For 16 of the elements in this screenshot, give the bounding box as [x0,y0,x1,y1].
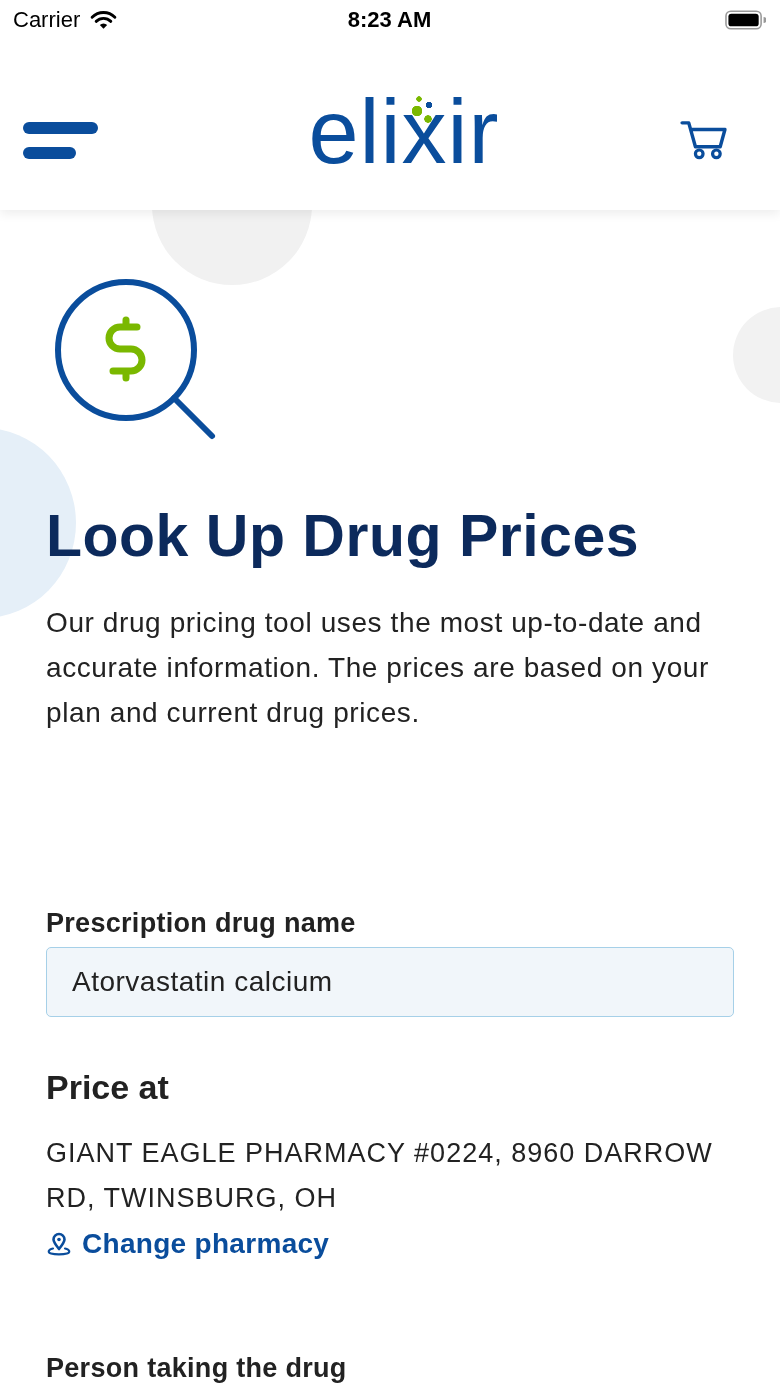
clock-time: 8:23 AM [347,7,432,33]
field-label: Prescription drug name [46,907,357,939]
cart-icon[interactable] [680,120,728,160]
menu-icon[interactable] [23,121,98,159]
magnifier-dollar-icon [54,278,218,442]
wifi-icon [90,10,118,30]
page-title: Look Up Drug Prices [46,502,641,571]
location-pin-icon [46,1231,72,1256]
battery-icon [725,10,766,30]
drug-name-input[interactable]: Atorvastatin calcium [46,947,734,1017]
change-pharmacy-link[interactable]: Change pharmacy [46,1221,330,1266]
section-heading: Price at [46,1067,170,1107]
field-label: Person taking the drug [46,1352,348,1384]
pharmacy-address: GIANT EAGLE PHARMACY #0224, 8960 DARROW RD, TWINSBURG, OH [46,1137,714,1215]
carrier-label: Carrier [13,7,81,33]
intro-paragraph: Our drug pricing tool uses the most up-to-date and accurate information. The prices are based on your plan and current drug prices. [46,606,710,730]
